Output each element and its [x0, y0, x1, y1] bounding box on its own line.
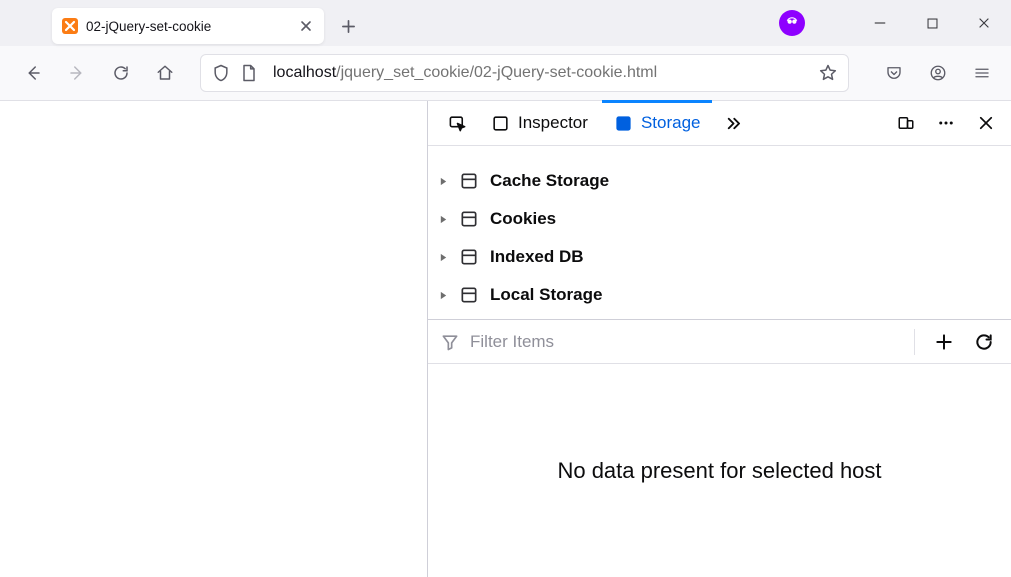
toolbar-group: [877, 56, 999, 90]
page-info-icon[interactable]: [239, 63, 259, 83]
storage-tab-label: Storage: [641, 113, 701, 133]
filter-icon: [440, 332, 460, 352]
storage-icon: [458, 284, 480, 306]
shield-icon[interactable]: [211, 63, 231, 83]
storage-icon: [458, 170, 480, 192]
firefox-account-extension-icon[interactable]: [779, 10, 805, 36]
nav-reload-button[interactable]: [104, 56, 138, 90]
browser-tab-strip: 02-jQuery-set-cookie: [0, 0, 1011, 46]
storage-icon: [458, 208, 480, 230]
tab-close-button[interactable]: [298, 18, 314, 34]
tree-item-label: Indexed DB: [490, 247, 584, 267]
storage-tab[interactable]: Storage: [602, 101, 713, 146]
expand-twisty-icon[interactable]: [438, 177, 448, 186]
expand-twisty-icon[interactable]: [438, 291, 448, 300]
url-text: localhost/jquery_set_cookie/02-jQuery-se…: [273, 64, 810, 82]
account-icon[interactable]: [921, 56, 955, 90]
more-tabs-button[interactable]: [714, 101, 753, 146]
inspector-tab-label: Inspector: [518, 113, 588, 133]
add-item-button[interactable]: [929, 327, 959, 357]
tree-item-label: Local Storage: [490, 285, 602, 305]
devtools-toolbar: Inspector Storage: [428, 101, 1011, 146]
storage-filter-bar: [428, 320, 1011, 364]
url-host: localhost: [273, 64, 336, 81]
url-path: /jquery_set_cookie/02-jQuery-set-cookie.…: [336, 64, 657, 81]
tab-title: 02-jQuery-set-cookie: [86, 19, 298, 34]
devtools-close-button[interactable]: [971, 108, 1001, 138]
storage-data-area: No data present for selected host: [428, 364, 1011, 577]
expand-twisty-icon[interactable]: [438, 253, 448, 262]
window-controls: [779, 0, 1001, 46]
tree-item-label: Cache Storage: [490, 171, 609, 191]
storage-tree-item-cache-storage[interactable]: Cache Storage: [438, 162, 1001, 200]
window-maximize-button[interactable]: [915, 6, 949, 40]
browser-navbar: localhost/jquery_set_cookie/02-jQuery-se…: [0, 46, 1011, 101]
separator: [914, 329, 915, 355]
nav-forward-button[interactable]: [60, 56, 94, 90]
window-minimize-button[interactable]: [863, 6, 897, 40]
window-close-button[interactable]: [967, 6, 1001, 40]
tree-item-label: Cookies: [490, 209, 556, 229]
app-menu-button[interactable]: [965, 56, 999, 90]
refresh-items-button[interactable]: [969, 327, 999, 357]
xampp-favicon: [62, 18, 78, 34]
storage-icon: [458, 246, 480, 268]
storage-tree-item-indexed-db[interactable]: Indexed DB: [438, 238, 1001, 276]
bookmark-star-icon[interactable]: [818, 63, 838, 83]
storage-tree-item-cookies[interactable]: Cookies: [438, 200, 1001, 238]
expand-twisty-icon[interactable]: [438, 215, 448, 224]
inspector-tab[interactable]: Inspector: [479, 101, 600, 146]
url-bar[interactable]: localhost/jquery_set_cookie/02-jQuery-se…: [200, 54, 849, 92]
browser-tab[interactable]: 02-jQuery-set-cookie: [52, 8, 324, 44]
pick-element-button[interactable]: [438, 101, 477, 146]
pocket-icon[interactable]: [877, 56, 911, 90]
nav-back-button[interactable]: [16, 56, 50, 90]
page-content-area: [0, 101, 427, 577]
nav-home-button[interactable]: [148, 56, 182, 90]
responsive-design-mode-icon[interactable]: [891, 108, 921, 138]
storage-tree-item-local-storage[interactable]: Local Storage: [438, 276, 1001, 314]
devtools-menu-button[interactable]: [931, 108, 961, 138]
new-tab-button[interactable]: [330, 8, 366, 44]
filter-items-input[interactable]: [470, 332, 900, 352]
storage-tree: Cache Storage Cookies Indexed DB Local S…: [428, 146, 1011, 320]
devtools-panel: Inspector Storage: [427, 101, 1011, 577]
empty-state-message: No data present for selected host: [557, 458, 881, 484]
